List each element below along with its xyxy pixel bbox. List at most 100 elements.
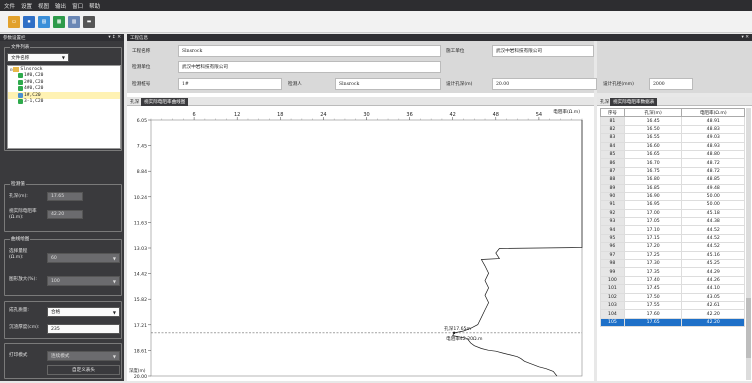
menu-file[interactable]: 文件 bbox=[4, 2, 15, 10]
row-depth-cell: 16.65 bbox=[623, 149, 683, 160]
row-index-cell: 90 bbox=[600, 191, 625, 202]
row-depth-cell: 16.50 bbox=[623, 124, 683, 135]
table-row[interactable]: 102 17.50 43.05 bbox=[600, 292, 745, 303]
print-icon[interactable]: ▬ bbox=[83, 15, 95, 28]
menu-view[interactable]: 视图 bbox=[38, 2, 49, 10]
table-row[interactable]: 84 16.60 48.93 bbox=[600, 141, 745, 151]
save-icon[interactable]: ▪ bbox=[23, 15, 35, 28]
table-row[interactable]: 101 17.45 44.10 bbox=[600, 284, 745, 294]
row-index-cell: 91 bbox=[600, 200, 625, 210]
table-header-row: 序号 孔深(m) 电阻率(Ω.m) bbox=[600, 107, 745, 118]
tree-item[interactable]: 3-1,C20 bbox=[8, 99, 120, 106]
row-depth-cell: 16.75 bbox=[623, 166, 683, 177]
row-resistivity-cell: 44.38 bbox=[681, 217, 745, 227]
row-resistivity-cell: 48.72 bbox=[681, 158, 745, 168]
folder-open-icon[interactable]: ▭ bbox=[8, 15, 20, 28]
table-row[interactable]: 88 16.80 48.85 bbox=[600, 175, 745, 185]
design-diameter-label: 设计孔径(mm) bbox=[603, 82, 634, 87]
construction-unit-field[interactable]: 武汉中岩科技有限公司 bbox=[492, 45, 594, 57]
tab-resistivity-curve[interactable]: 视实际电阻率曲线图 bbox=[141, 98, 189, 106]
menu-settings[interactable]: 设置 bbox=[21, 2, 32, 10]
row-index-cell: 86 bbox=[600, 158, 625, 168]
table-icon[interactable]: ▦ bbox=[53, 15, 65, 28]
col-index-header[interactable]: 序号 bbox=[600, 107, 625, 118]
y-tick-label: 15.82 bbox=[134, 297, 147, 303]
chevron-down-icon: ▼ bbox=[61, 55, 65, 60]
center-dock-pin[interactable]: ▾ ✕ bbox=[742, 35, 749, 40]
layout-icon[interactable]: ▥ bbox=[68, 15, 80, 28]
table-row[interactable]: 90 16.90 50.00 bbox=[600, 191, 745, 202]
row-depth-cell: 17.30 bbox=[623, 259, 683, 269]
table-row[interactable]: 83 16.55 49.03 bbox=[600, 133, 745, 143]
expand-icon[interactable]: ⊟ bbox=[10, 67, 12, 72]
menu-output[interactable]: 输出 bbox=[55, 2, 66, 10]
table-row[interactable]: 100 17.40 44.26 bbox=[600, 275, 745, 286]
chart-icon[interactable]: ▤ bbox=[38, 15, 50, 28]
col-resistivity-header[interactable]: 电阻率(Ω.m) bbox=[681, 107, 745, 118]
zoom-select[interactable]: 100 ▼ bbox=[47, 276, 120, 286]
inspection-unit-field[interactable]: 武汉中岩科技有限公司 bbox=[178, 61, 441, 73]
menu-help[interactable]: 帮助 bbox=[89, 2, 100, 10]
row-depth-cell: 16.55 bbox=[623, 133, 683, 143]
table-row[interactable]: 85 16.65 48.80 bbox=[600, 149, 745, 160]
table-row[interactable]: 105 17.65 42.20 bbox=[600, 317, 745, 328]
quality-select[interactable]: 合格 ▼ bbox=[47, 307, 120, 317]
row-depth-cell: 17.05 bbox=[623, 217, 683, 227]
y-tick-label: 20.00 bbox=[134, 374, 147, 380]
info-extension: 设计孔径(mm) 2000 bbox=[597, 41, 752, 93]
design-diameter-field[interactable]: 2000 bbox=[649, 78, 693, 90]
row-index-cell: 94 bbox=[600, 225, 625, 235]
table-scrollbar-thumb[interactable] bbox=[746, 298, 751, 358]
y-tick-label: 13.03 bbox=[134, 246, 147, 252]
table-row[interactable]: 89 16.85 49.48 bbox=[600, 183, 745, 193]
quality-value: 合格 bbox=[51, 310, 61, 315]
hole-depth-value: 17.65 bbox=[51, 194, 65, 199]
row-resistivity-cell: 44.52 bbox=[681, 233, 745, 244]
tab-resistivity-table[interactable]: 视实际电阻率数据表 bbox=[610, 98, 658, 106]
sort-select[interactable]: 文件名称 ▼ bbox=[7, 53, 69, 62]
table-row[interactable]: 93 17.05 44.38 bbox=[600, 217, 745, 227]
file-icon bbox=[18, 92, 23, 98]
table-row[interactable]: 98 17.30 45.25 bbox=[600, 259, 745, 269]
table-row[interactable]: 86 16.70 48.72 bbox=[600, 158, 745, 168]
row-resistivity-cell: 48.72 bbox=[681, 166, 745, 177]
table-scrollbar[interactable] bbox=[746, 108, 751, 380]
custom-header-button[interactable]: 自定义表头 bbox=[47, 365, 120, 375]
table-row[interactable]: 99 17.35 44.29 bbox=[600, 267, 745, 277]
table-row[interactable]: 97 17.25 45.16 bbox=[600, 250, 745, 261]
inspector-field[interactable]: Slnsrock bbox=[335, 78, 441, 90]
range-select[interactable]: 60 ▼ bbox=[47, 253, 120, 263]
hole-depth-label: 孔深(m): bbox=[9, 194, 28, 199]
table-row[interactable]: 95 17.15 44.52 bbox=[600, 233, 745, 244]
table-row[interactable]: 96 17.20 44.52 bbox=[600, 242, 745, 252]
tab-depth[interactable]: 孔深 bbox=[127, 98, 142, 106]
table-row[interactable]: 91 16.95 50.00 bbox=[600, 200, 745, 210]
row-resistivity-cell: 44.52 bbox=[681, 242, 745, 252]
inspector-label: 检测人 bbox=[288, 82, 302, 87]
y-tick-label: 11.63 bbox=[134, 220, 147, 226]
menu-window[interactable]: 窗口 bbox=[72, 2, 83, 10]
print-mode-select[interactable]: 连续模式 ▼ bbox=[47, 351, 120, 361]
table-row[interactable]: 87 16.75 48.72 bbox=[600, 166, 745, 177]
center-dock-title: 工程信息 bbox=[130, 35, 148, 41]
design-depth-field[interactable]: 20.00 bbox=[492, 78, 597, 90]
x-tick-label: 42 bbox=[450, 112, 456, 118]
col-depth-header[interactable]: 孔深(m) bbox=[623, 107, 683, 118]
table-row[interactable]: 94 17.10 44.52 bbox=[600, 225, 745, 235]
left-dock-pin[interactable]: ▾ ↕ ✕ bbox=[108, 35, 121, 40]
row-resistivity-cell: 50.00 bbox=[681, 191, 745, 202]
pile-number-field[interactable]: 1# bbox=[178, 78, 282, 90]
table-row[interactable]: 81 16.45 48.91 bbox=[600, 116, 745, 126]
project-name-field[interactable]: Slnsrock bbox=[178, 45, 441, 57]
design-depth-label: 设计孔深(m) bbox=[446, 82, 473, 87]
menu-bar: 文件 设置 视图 输出 窗口 帮助 bbox=[0, 0, 752, 11]
row-resistivity-cell: 45.16 bbox=[681, 250, 745, 261]
cover-input[interactable]: 235 bbox=[47, 324, 120, 334]
row-resistivity-cell: 49.48 bbox=[681, 183, 745, 193]
table-row[interactable]: 82 16.50 48.83 bbox=[600, 124, 745, 135]
table-row[interactable]: 92 17.00 45.18 bbox=[600, 208, 745, 219]
table-row[interactable]: 104 17.60 42.20 bbox=[600, 309, 745, 319]
table-row[interactable]: 103 17.55 42.61 bbox=[600, 300, 745, 311]
row-depth-cell: 16.80 bbox=[623, 175, 683, 185]
row-index-cell: 98 bbox=[600, 259, 625, 269]
